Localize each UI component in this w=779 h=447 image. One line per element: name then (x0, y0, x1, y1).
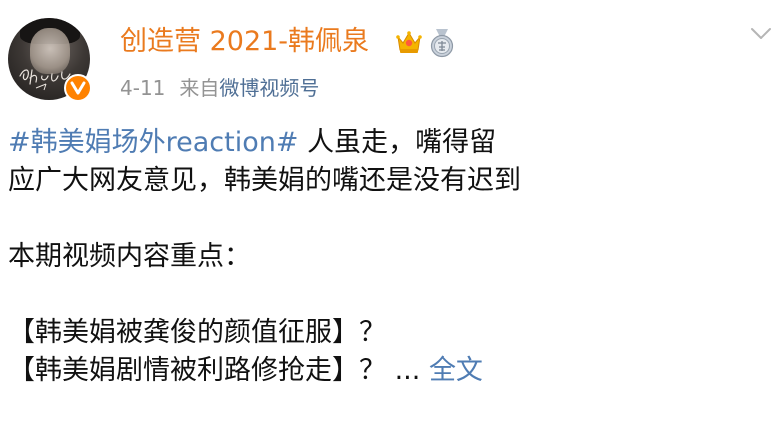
source-prefix: 来自 (179, 76, 220, 100)
content-text-5: 【韩美娟剧情被利路修抢走】？ ... (8, 355, 421, 386)
verified-v-icon (64, 74, 92, 102)
content-line-5: 【韩美娟剧情被利路修抢走】？ ... 全文 (8, 352, 773, 390)
post-header: 创造营 2021-韩佩泉 4-11 来自微博视频号 (0, 0, 779, 110)
content-line-1: #韩美娟场外reaction# 人虽走，嘴得留 (8, 124, 773, 162)
post-meta: 4-11 来自微博视频号 (120, 74, 319, 102)
crown-icon[interactable] (395, 28, 423, 56)
post-content: #韩美娟场外reaction# 人虽走，嘴得留 应广大网友意见，韩美娟的嘴还是没… (8, 124, 773, 390)
author-name[interactable]: 创造营 2021-韩佩泉 (120, 24, 369, 60)
content-line-3: 本期视频内容重点： (8, 241, 251, 272)
post-date: 4-11 (120, 76, 166, 100)
expand-full-text-link[interactable]: 全文 (429, 355, 483, 386)
chevron-down-icon[interactable] (750, 26, 772, 42)
source-link[interactable]: 微博视频号 (219, 76, 319, 100)
content-line-4: 【韩美娟被龚俊的颜值征服】？ (8, 317, 386, 348)
content-line-2: 应广大网友意见，韩美娟的嘴还是没有迟到 (8, 165, 521, 196)
medal-icon[interactable] (428, 28, 456, 58)
topic-link[interactable]: #韩美娟场外reaction# (8, 127, 298, 158)
content-text-1: 人虽走，嘴得留 (298, 127, 497, 158)
